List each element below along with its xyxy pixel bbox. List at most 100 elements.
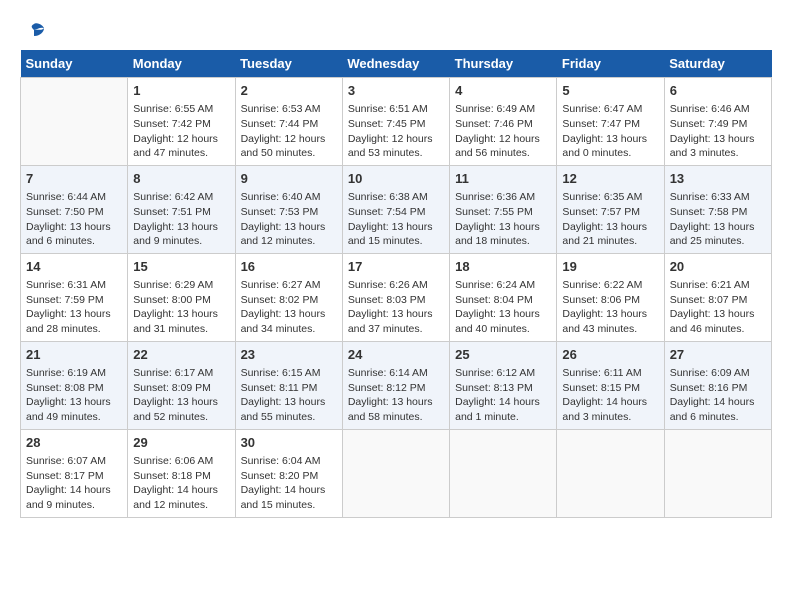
col-header-friday: Friday [557,50,664,78]
day-detail: Sunrise: 6:09 AMSunset: 8:16 PMDaylight:… [670,366,766,425]
day-detail: Sunrise: 6:42 AMSunset: 7:51 PMDaylight:… [133,190,229,249]
day-detail: Sunrise: 6:33 AMSunset: 7:58 PMDaylight:… [670,190,766,249]
day-number: 24 [348,346,444,364]
day-detail: Sunrise: 6:29 AMSunset: 8:00 PMDaylight:… [133,278,229,337]
calendar-table: SundayMondayTuesdayWednesdayThursdayFrid… [20,50,772,518]
col-header-thursday: Thursday [450,50,557,78]
calendar-cell: 3Sunrise: 6:51 AMSunset: 7:45 PMDaylight… [342,78,449,166]
day-number: 10 [348,170,444,188]
day-number: 12 [562,170,658,188]
day-number: 21 [26,346,122,364]
day-number: 26 [562,346,658,364]
day-number: 8 [133,170,229,188]
calendar-cell: 12 Sunrise: 6:35 AMSunset: 7:57 PMDayligh… [557,165,664,253]
day-number: 13 [670,170,766,188]
calendar-cell: 29 Sunrise: 6:06 AMSunset: 8:18 PMDayligh… [128,429,235,517]
day-number: 1 [133,82,229,100]
day-number: 30 [241,434,337,452]
logo [20,20,46,40]
calendar-cell [342,429,449,517]
day-number: 28 [26,434,122,452]
day-number: 22 [133,346,229,364]
calendar-cell: 26 Sunrise: 6:11 AMSunset: 8:15 PMDayligh… [557,341,664,429]
calendar-cell: 20Sunrise: 6:21 AMSunset: 8:07 PMDayligh… [664,253,771,341]
day-number: 7 [26,170,122,188]
calendar-cell [557,429,664,517]
col-header-tuesday: Tuesday [235,50,342,78]
calendar-cell: 15 Sunrise: 6:29 AMSunset: 8:00 PMDayligh… [128,253,235,341]
day-detail: Sunrise: 6:44 AMSunset: 7:50 PMDaylight:… [26,190,122,249]
col-header-wednesday: Wednesday [342,50,449,78]
day-detail: Sunrise: 6:24 AMSunset: 8:04 PMDaylight:… [455,278,551,337]
calendar-cell: 24 Sunrise: 6:14 AMSunset: 8:12 PMDayligh… [342,341,449,429]
day-detail: Sunrise: 6:22 AMSunset: 8:06 PMDaylight:… [562,278,658,337]
calendar-cell: 30 Sunrise: 6:04 AMSunset: 8:20 PMDayligh… [235,429,342,517]
day-detail: Sunrise: 6:31 AMSunset: 7:59 PMDaylight:… [26,278,122,337]
day-detail: Sunrise: 6:15 AMSunset: 8:11 PMDaylight:… [241,366,337,425]
day-detail: Sunrise: 6:06 AMSunset: 8:18 PMDaylight:… [133,454,229,513]
calendar-cell: 23 Sunrise: 6:15 AMSunset: 8:11 PMDayligh… [235,341,342,429]
day-detail: Sunrise: 6:17 AMSunset: 8:09 PMDaylight:… [133,366,229,425]
day-detail: Sunrise: 6:40 AMSunset: 7:53 PMDaylight:… [241,190,337,249]
calendar-cell: 18 Sunrise: 6:24 AMSunset: 8:04 PMDayligh… [450,253,557,341]
day-number: 2 [241,82,337,100]
col-header-saturday: Saturday [664,50,771,78]
calendar-cell: 2Sunrise: 6:53 AMSunset: 7:44 PMDaylight… [235,78,342,166]
calendar-cell: 5 Sunrise: 6:47 AMSunset: 7:47 PMDaylight… [557,78,664,166]
day-detail: Sunrise: 6:47 AMSunset: 7:47 PMDaylight:… [562,102,658,161]
day-detail: Sunrise: 6:35 AMSunset: 7:57 PMDaylight:… [562,190,658,249]
col-header-sunday: Sunday [21,50,128,78]
day-detail: Sunrise: 6:11 AMSunset: 8:15 PMDaylight:… [562,366,658,425]
day-detail: Sunrise: 6:26 AMSunset: 8:03 PMDaylight:… [348,278,444,337]
day-detail: Sunrise: 6:12 AMSunset: 8:13 PMDaylight:… [455,366,551,425]
calendar-cell: 14 Sunrise: 6:31 AMSunset: 7:59 PMDayligh… [21,253,128,341]
day-number: 6 [670,82,766,100]
day-detail: Sunrise: 6:27 AMSunset: 8:02 PMDaylight:… [241,278,337,337]
day-detail: Sunrise: 6:55 AMSunset: 7:42 PMDaylight:… [133,102,229,161]
calendar-cell: 8 Sunrise: 6:42 AMSunset: 7:51 PMDaylight… [128,165,235,253]
calendar-cell: 7 Sunrise: 6:44 AMSunset: 7:50 PMDaylight… [21,165,128,253]
calendar-cell: 25 Sunrise: 6:12 AMSunset: 8:13 PMDayligh… [450,341,557,429]
calendar-cell: 13 Sunrise: 6:33 AMSunset: 7:58 PMDayligh… [664,165,771,253]
day-detail: Sunrise: 6:51 AMSunset: 7:45 PMDaylight:… [348,102,444,161]
day-number: 11 [455,170,551,188]
calendar-cell: 4 Sunrise: 6:49 AMSunset: 7:46 PMDaylight… [450,78,557,166]
calendar-cell: 6Sunrise: 6:46 AMSunset: 7:49 PMDaylight… [664,78,771,166]
calendar-cell: 16 Sunrise: 6:27 AMSunset: 8:02 PMDayligh… [235,253,342,341]
header [20,20,772,40]
day-detail: Sunrise: 6:38 AMSunset: 7:54 PMDaylight:… [348,190,444,249]
calendar-cell: 17 Sunrise: 6:26 AMSunset: 8:03 PMDayligh… [342,253,449,341]
calendar-cell: 1 Sunrise: 6:55 AMSunset: 7:42 PMDaylight… [128,78,235,166]
day-number: 23 [241,346,337,364]
day-detail: Sunrise: 6:19 AMSunset: 8:08 PMDaylight:… [26,366,122,425]
day-number: 5 [562,82,658,100]
day-number: 17 [348,258,444,276]
day-detail: Sunrise: 6:21 AMSunset: 8:07 PMDaylight:… [670,278,766,337]
calendar-cell: 9 Sunrise: 6:40 AMSunset: 7:53 PMDaylight… [235,165,342,253]
day-number: 27 [670,346,766,364]
day-number: 4 [455,82,551,100]
day-detail: Sunrise: 6:36 AMSunset: 7:55 PMDaylight:… [455,190,551,249]
day-number: 25 [455,346,551,364]
day-detail: Sunrise: 6:49 AMSunset: 7:46 PMDaylight:… [455,102,551,161]
calendar-cell: 19 Sunrise: 6:22 AMSunset: 8:06 PMDayligh… [557,253,664,341]
day-number: 9 [241,170,337,188]
day-detail: Sunrise: 6:07 AMSunset: 8:17 PMDaylight:… [26,454,122,513]
day-number: 29 [133,434,229,452]
calendar-cell: 27 Sunrise: 6:09 AMSunset: 8:16 PMDayligh… [664,341,771,429]
day-detail: Sunrise: 6:14 AMSunset: 8:12 PMDaylight:… [348,366,444,425]
day-number: 14 [26,258,122,276]
calendar-cell [664,429,771,517]
day-number: 19 [562,258,658,276]
logo-bird-icon [22,20,46,44]
day-detail: Sunrise: 6:04 AMSunset: 8:20 PMDaylight:… [241,454,337,513]
calendar-cell [450,429,557,517]
day-number: 18 [455,258,551,276]
col-header-monday: Monday [128,50,235,78]
calendar-cell: 10 Sunrise: 6:38 AMSunset: 7:54 PMDayligh… [342,165,449,253]
calendar-cell: 28 Sunrise: 6:07 AMSunset: 8:17 PMDayligh… [21,429,128,517]
day-number: 16 [241,258,337,276]
calendar-cell: 11 Sunrise: 6:36 AMSunset: 7:55 PMDayligh… [450,165,557,253]
day-number: 15 [133,258,229,276]
calendar-cell: 22 Sunrise: 6:17 AMSunset: 8:09 PMDayligh… [128,341,235,429]
